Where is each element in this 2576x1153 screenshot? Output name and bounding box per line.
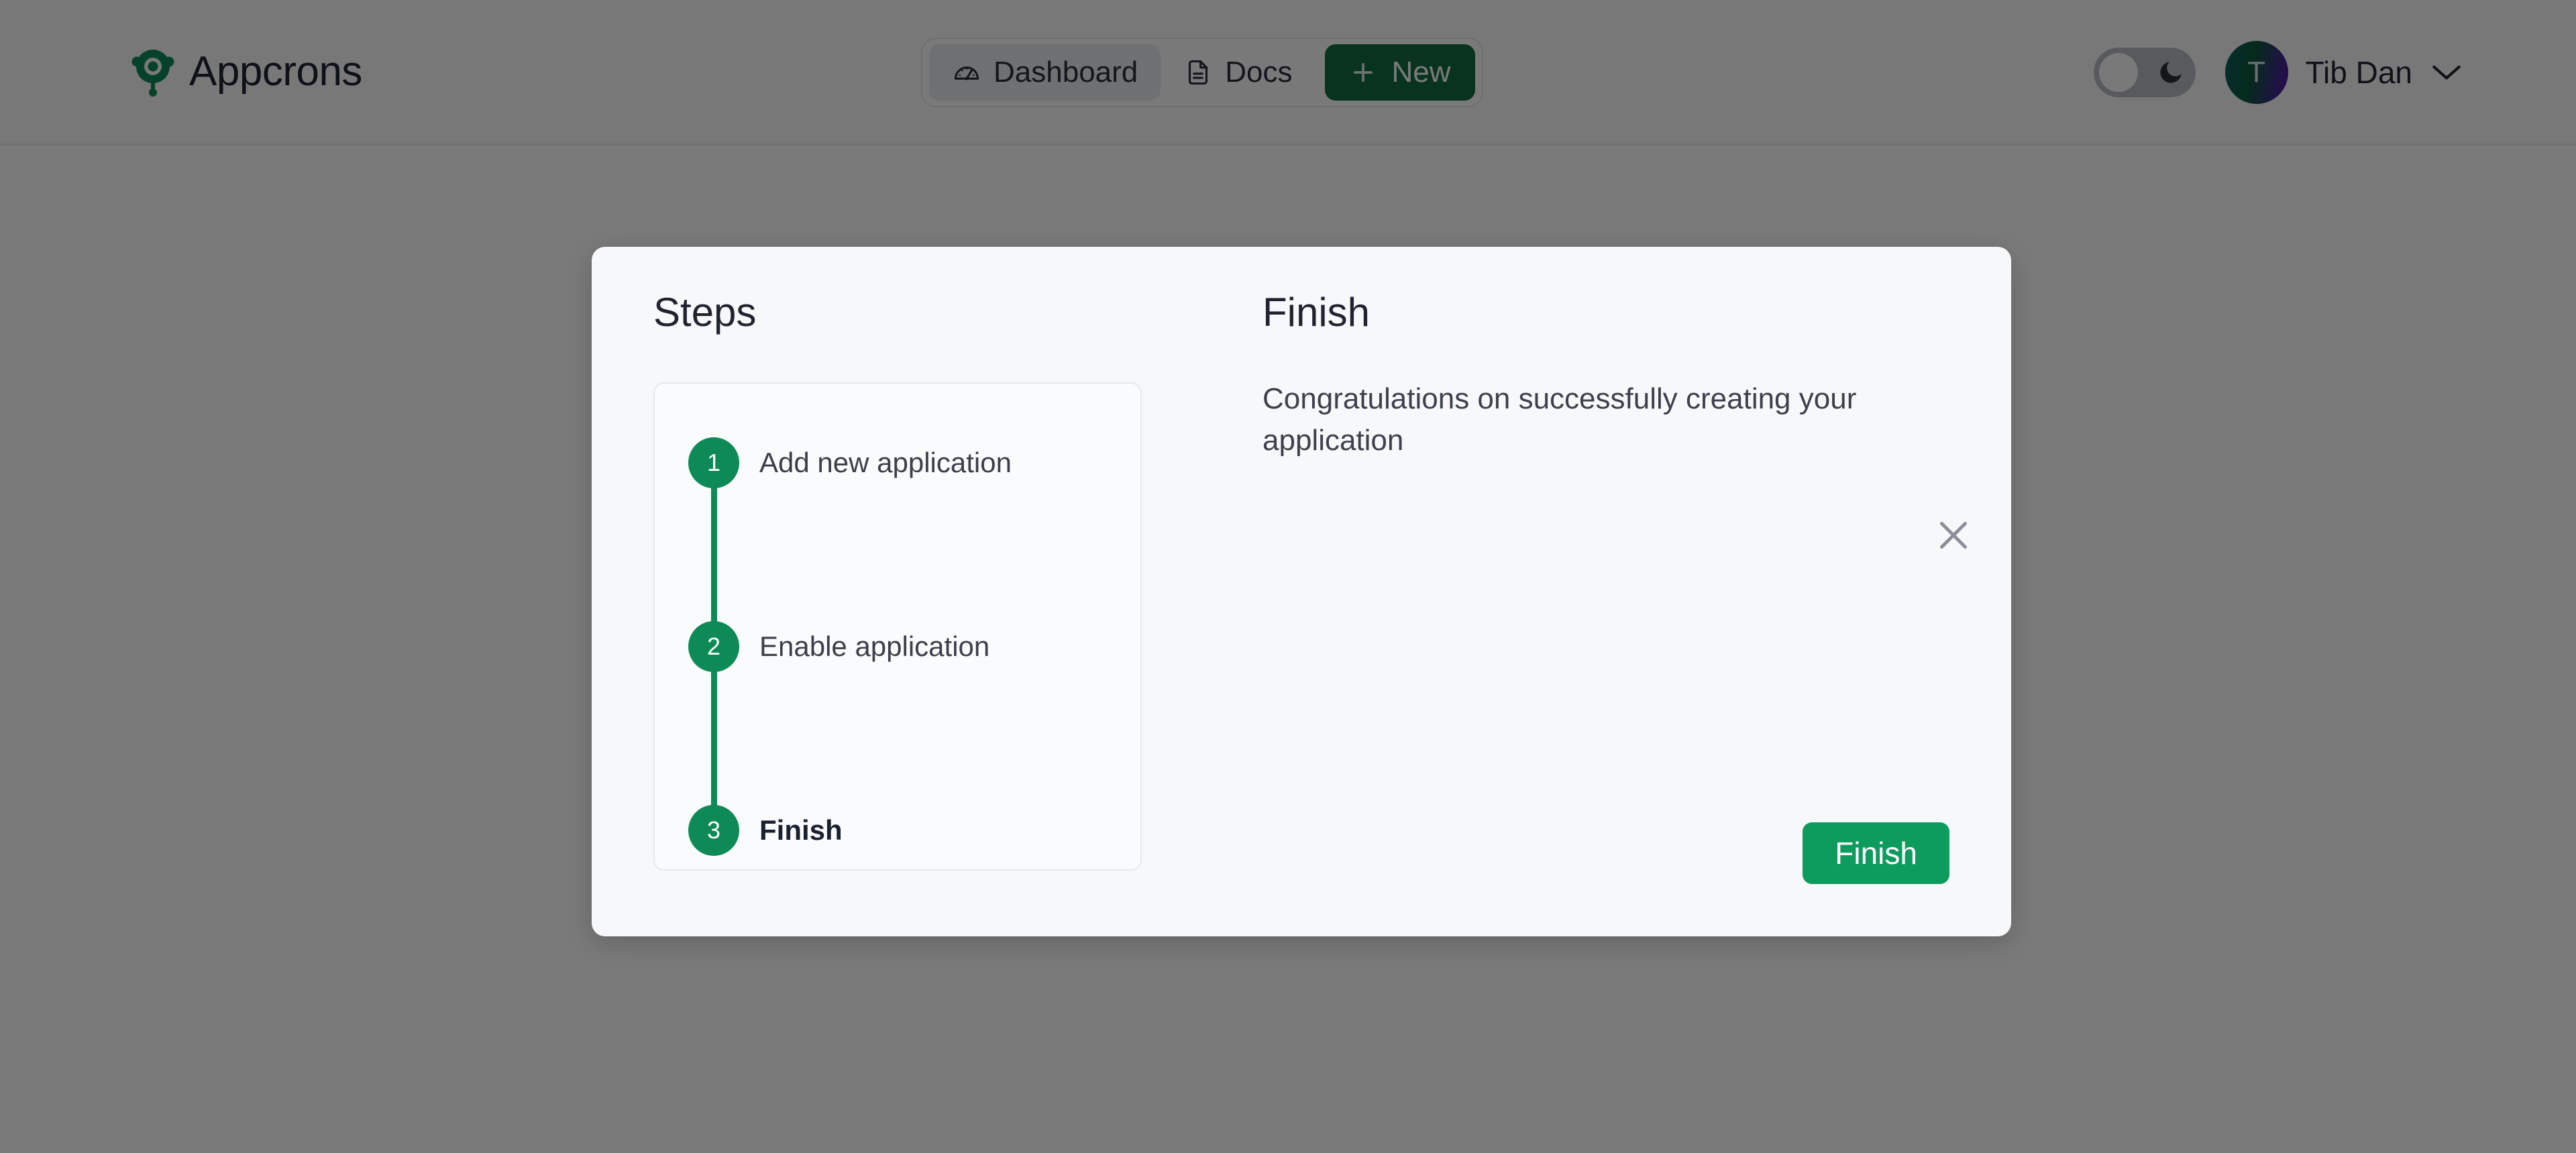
finish-button[interactable]: Finish — [1803, 822, 1949, 884]
step-item-add-new-application[interactable]: 1 Add new application — [688, 437, 1012, 488]
steps-title: Steps — [653, 290, 757, 335]
step-number: 1 — [688, 437, 739, 488]
step-connector — [711, 478, 717, 625]
steps-panel: 1 Add new application 2 Enable applicati… — [653, 382, 1142, 871]
detail-message: Congratulations on successfully creating… — [1263, 382, 1857, 457]
detail-actions: Finish — [1803, 822, 1949, 884]
wizard-modal: Steps 1 Add new application 2 Enable app… — [592, 247, 2011, 936]
step-label: Finish — [759, 814, 843, 846]
detail-column: Finish Congratulations on successfully c… — [1263, 292, 1949, 896]
step-item-enable-application[interactable]: 2 Enable application — [688, 621, 989, 672]
steps-column: Steps 1 Add new application 2 Enable app… — [653, 292, 1163, 871]
step-label: Add new application — [759, 447, 1012, 478]
detail-title: Finish — [1263, 290, 1371, 335]
step-item-finish[interactable]: 3 Finish — [688, 805, 843, 856]
step-connector — [711, 661, 717, 809]
step-number: 3 — [688, 805, 739, 856]
step-number: 2 — [688, 621, 739, 672]
step-label: Enable application — [759, 630, 990, 662]
